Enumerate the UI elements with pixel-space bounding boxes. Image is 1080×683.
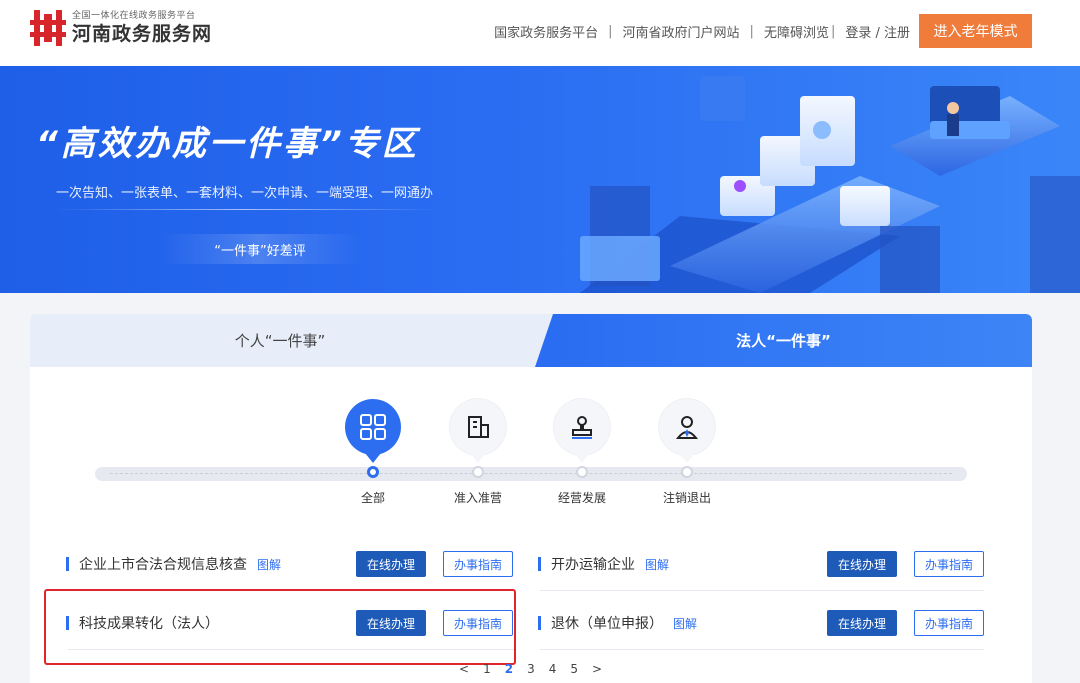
- item-marker: [66, 557, 69, 571]
- page-number[interactable]: 4: [549, 662, 557, 676]
- stage-dot: [472, 466, 484, 478]
- nav-link-national[interactable]: 国家政务服务平台: [494, 22, 598, 41]
- stage-dot: [367, 466, 379, 478]
- guide-button[interactable]: 办事指南: [914, 551, 984, 577]
- page: 全国一体化在线政务服务平台 河南政务服务网 国家政务服务平台 | 河南省政府门户…: [0, 0, 1080, 683]
- stage-deregistration[interactable]: 注销退出: [647, 399, 727, 505]
- page-number-current[interactable]: 2: [505, 662, 513, 676]
- item-name[interactable]: 企业上市合法合规信息核查: [79, 554, 247, 574]
- elder-mode-button[interactable]: 进入老年模式: [919, 14, 1032, 48]
- evaluation-link[interactable]: “一件事”好差评: [160, 234, 360, 264]
- nav-separator: |: [749, 24, 754, 39]
- page-number[interactable]: 5: [570, 662, 578, 676]
- tab-personal[interactable]: 个人“一件事”: [30, 314, 530, 367]
- banner-illustration: [580, 76, 1080, 293]
- online-handle-button[interactable]: 在线办理: [827, 551, 897, 577]
- item-name[interactable]: 退休（单位申报）: [551, 613, 663, 633]
- nav-separator: |: [830, 24, 836, 39]
- login-register-link[interactable]: 登录 / 注册: [845, 22, 910, 41]
- header: 全国一体化在线政务服务平台 河南政务服务网 国家政务服务平台 | 河南省政府门户…: [0, 0, 1080, 66]
- logo-subtitle: 全国一体化在线政务服务平台: [72, 11, 196, 21]
- logo-title: 河南政务服务网: [72, 23, 213, 45]
- building-icon: [450, 399, 506, 455]
- banner-subtitle: 一次告知、一张表单、一套材料、一次申请、一端受理、一网通办: [56, 186, 434, 201]
- page-number[interactable]: 1: [483, 662, 491, 676]
- item-marker: [538, 616, 541, 630]
- next-page-button[interactable]: >: [592, 662, 602, 676]
- list-item[interactable]: 开办运输企业 图解: [538, 549, 669, 579]
- pagination: < 1 2 3 4 5 >: [452, 662, 609, 676]
- guide-button[interactable]: 办事指南: [914, 610, 984, 636]
- highlight-box: [44, 589, 516, 665]
- stage-label: 经营发展: [557, 491, 606, 505]
- row-divider: [540, 649, 984, 650]
- stage-all[interactable]: 全部: [333, 399, 413, 505]
- banner-divider: [56, 209, 436, 210]
- stamp-icon: [554, 399, 610, 455]
- diagram-link[interactable]: 图解: [257, 556, 281, 573]
- page-number[interactable]: 3: [527, 662, 535, 676]
- list-item[interactable]: 企业上市合法合规信息核查 图解: [66, 549, 281, 579]
- tab-legal[interactable]: 法人“一件事”: [535, 314, 1032, 367]
- nav-link-accessibility[interactable]: 无障碍浏览: [764, 22, 829, 41]
- banner-title: “高效办成一件事”专区: [36, 124, 419, 164]
- item-name[interactable]: 开办运输企业: [551, 554, 635, 574]
- list-item[interactable]: 退休（单位申报） 图解: [538, 608, 697, 638]
- banner: “高效办成一件事”专区 一次告知、一张表单、一套材料、一次申请、一端受理、一网通…: [0, 66, 1080, 293]
- diagram-link[interactable]: 图解: [645, 556, 669, 573]
- top-nav: 国家政务服务平台 | 河南省政府门户网站 | 无障碍浏览 | 登录 / 注册: [494, 22, 910, 41]
- diagram-link[interactable]: 图解: [673, 615, 697, 632]
- nav-link-province[interactable]: 河南省政府门户网站: [623, 22, 740, 41]
- stage-label: 准入准营: [453, 491, 502, 505]
- stage-dot: [576, 466, 588, 478]
- guide-button[interactable]: 办事指南: [443, 551, 513, 577]
- row-divider: [540, 590, 984, 591]
- category-tabs: 个人“一件事” 法人“一件事”: [30, 314, 1032, 367]
- stage-label: 注销退出: [662, 491, 711, 505]
- logo-emblem-icon: [30, 8, 66, 48]
- stage-label: 全部: [360, 491, 385, 505]
- stage-track: [95, 467, 967, 481]
- stage-dot: [681, 466, 693, 478]
- grid-icon: [345, 399, 401, 455]
- online-handle-button[interactable]: 在线办理: [827, 610, 897, 636]
- online-handle-button[interactable]: 在线办理: [356, 551, 426, 577]
- item-marker: [538, 557, 541, 571]
- person-icon: [659, 399, 715, 455]
- stage-business-development[interactable]: 经营发展: [542, 399, 622, 505]
- nav-separator: |: [608, 24, 613, 39]
- site-logo[interactable]: 全国一体化在线政务服务平台 河南政务服务网: [30, 8, 212, 48]
- prev-page-button[interactable]: <: [459, 662, 469, 676]
- stage-market-access[interactable]: 准入准营: [438, 399, 518, 505]
- stage-dash: [110, 473, 952, 474]
